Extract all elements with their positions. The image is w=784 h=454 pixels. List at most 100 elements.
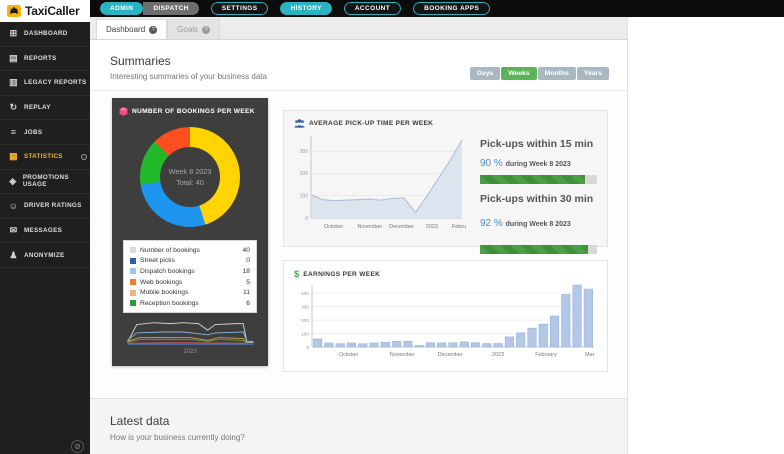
sidebar-collapse-button[interactable]: ⊘ (71, 440, 84, 453)
latest-data-subtitle: How is your business currently doing? (110, 433, 245, 442)
legend-value: 18 (242, 267, 250, 275)
pickup-panel-body: 0 100 200 300 October November December 2023 Feb… (294, 132, 597, 263)
sidebar-item-reports[interactable]: ▤ REPORTS (0, 47, 90, 72)
sidebar: ⊞ DASHBOARD ▤ REPORTS ▥ LEGACY REPORTS ↻ REPLAY… (0, 22, 90, 454)
period-button-years[interactable]: Years (576, 67, 609, 80)
sidebar-item-label: STATISTICS (24, 153, 63, 161)
earnings-panel: $ EARNINGS PER WEEK 0 100 200 300 400 October… (283, 260, 608, 372)
legend-swatch (130, 268, 136, 275)
app-title: TaxiCaller (25, 4, 80, 18)
tab-label: Goals (177, 25, 199, 34)
tab-dashboard[interactable]: Dashboard? (96, 19, 168, 39)
svg-text:200: 200 (301, 318, 309, 324)
sidebar-item-statistics[interactable]: ▦ STATISTICS (0, 145, 90, 170)
smiley-icon: ☺ (8, 200, 19, 211)
sidebar-item-jobs[interactable]: ≡ JOBS (0, 120, 90, 145)
bookings-panel-header: NUMBER OF BOOKINGS PER WEEK (119, 107, 261, 116)
svg-text:Mar: Mar (585, 352, 594, 358)
svg-text:300: 300 (300, 149, 309, 155)
donut-center: Week 8 2023 Total: 40 (160, 147, 220, 207)
svg-text:2023: 2023 (426, 224, 438, 230)
period-button-weeks[interactable]: Weeks (501, 67, 537, 80)
legend-swatch (130, 300, 136, 307)
legend-label: Reception bookings (140, 299, 199, 307)
earnings-bar-chart[interactable]: 0 100 200 300 400 October November December 2023… (294, 280, 597, 365)
bookings-legend: Number of bookings 40 Street picks 0 Dispatc… (123, 240, 257, 313)
pickup-panel-header: AVERAGE PICK-UP TIME PER WEEK (294, 119, 597, 128)
legend-row: Dispatch bookings 18 (130, 266, 250, 277)
printer-icon: ▥ (9, 77, 18, 88)
svg-text:200: 200 (300, 171, 309, 177)
svg-text:November: November (390, 352, 415, 358)
tab-help-badge[interactable]: ? (202, 25, 211, 34)
sidebar-item-legacy-reports[interactable]: ▥ LEGACY REPORTS (0, 71, 90, 96)
sidebar-item-label: DASHBOARD (24, 30, 68, 38)
bookings-donut-chart[interactable]: Week 8 2023 Total: 40 (140, 127, 240, 227)
pickup-progress-fill (480, 175, 586, 184)
legend-value: 11 (243, 289, 250, 297)
pickup-stat-percent: 92 % (480, 218, 506, 229)
nav-button-dispatch[interactable]: DISPATCH (143, 2, 199, 15)
replay-icon: ↻ (9, 102, 18, 113)
period-button-days[interactable]: Days (470, 67, 501, 80)
sidebar-item-dashboard[interactable]: ⊞ DASHBOARD (0, 22, 90, 47)
svg-text:100: 100 (301, 331, 309, 337)
nav-button-history[interactable]: HISTORY (280, 2, 332, 15)
pickup-stat-title: Pick-ups within 15 min (480, 138, 594, 150)
legend-row: Number of bookings 40 (130, 245, 250, 256)
pickup-stat-value-line: 90 % during Week 8 2023 (480, 153, 597, 171)
legend-value: 5 (246, 278, 250, 286)
top-navigation: ADMIN DISPATCH SETTINGS HISTORY ACCOUNT BOOKI… (100, 2, 491, 15)
pickup-stat-value-line: 92 % during Week 8 2023 (480, 213, 597, 231)
legend-value: 0 (246, 257, 250, 265)
svg-text:November: November (357, 224, 382, 230)
person-icon: ♟ (9, 249, 18, 260)
sidebar-item-label: REPLAY (24, 104, 51, 112)
pickup-progress-bar (480, 175, 597, 184)
svg-text:0: 0 (306, 345, 309, 351)
svg-text:Febru: Febru (452, 224, 466, 230)
tab-goals[interactable]: Goals? (167, 19, 221, 39)
people-icon (294, 119, 305, 128)
nav-button-admin[interactable]: ADMIN (100, 2, 144, 15)
sidebar-item-anonymize[interactable]: ♟ ANONYMIZE (0, 243, 90, 268)
svg-text:100: 100 (300, 194, 309, 200)
donut-center-total: Total: 40 (176, 178, 204, 187)
pickup-stat-percent: 90 % (480, 158, 506, 169)
bookings-panel: NUMBER OF BOOKINGS PER WEEK Week 8 2023 … (112, 98, 268, 366)
legend-swatch (130, 257, 136, 264)
pickup-stats: Pick-ups within 15 min 90 % during Week 8… (466, 132, 597, 263)
tab-help-badge[interactable]: ? (149, 25, 158, 34)
period-button-months[interactable]: Months (537, 67, 576, 80)
legend-value: 6 (246, 299, 250, 307)
nav-button-account[interactable]: ACCOUNT (343, 2, 402, 15)
cube-icon (119, 107, 128, 116)
legend-swatch (130, 279, 136, 286)
sparkline-chart (127, 321, 254, 345)
latest-data-title: Latest data (110, 414, 170, 428)
sidebar-item-promotions-usage[interactable]: ◈ PROMOTIONS USAGE (0, 170, 90, 195)
sidebar-item-messages[interactable]: ✉ MESSAGES (0, 219, 90, 244)
taxi-logo-icon (7, 5, 21, 17)
pickup-line-chart[interactable]: 0 100 200 300 October November December 2023 Feb… (294, 132, 466, 263)
tab-strip: Dashboard? Goals? (90, 17, 627, 40)
sidebar-item-label: REPORTS (24, 54, 57, 62)
earnings-panel-header: $ EARNINGS PER WEEK (294, 269, 597, 280)
earnings-panel-title: EARNINGS PER WEEK (303, 271, 381, 278)
sidebar-item-label: JOBS (24, 128, 43, 136)
pickup-stat-1: Pick-ups within 15 min 90 % during Week 8… (480, 138, 597, 184)
svg-text:October: October (339, 352, 358, 358)
notification-dot (81, 153, 87, 160)
app-logo[interactable]: TaxiCaller (0, 0, 90, 22)
svg-text:300: 300 (301, 304, 309, 310)
svg-text:400: 400 (301, 291, 309, 297)
nav-button-settings[interactable]: SETTINGS (210, 2, 269, 15)
sidebar-item-driver-ratings[interactable]: ☺ DRIVER RATINGS (0, 194, 90, 219)
svg-text:December: December (389, 224, 414, 230)
sidebar-item-replay[interactable]: ↻ REPLAY (0, 96, 90, 121)
tab-label: Dashboard (106, 25, 146, 34)
nav-button-booking-apps[interactable]: BOOKING APPS (413, 2, 491, 15)
period-selector: Days Weeks Months Years (470, 67, 609, 80)
sidebar-item-label: PROMOTIONS USAGE (22, 174, 69, 189)
legend-label: Street picks (140, 257, 175, 265)
